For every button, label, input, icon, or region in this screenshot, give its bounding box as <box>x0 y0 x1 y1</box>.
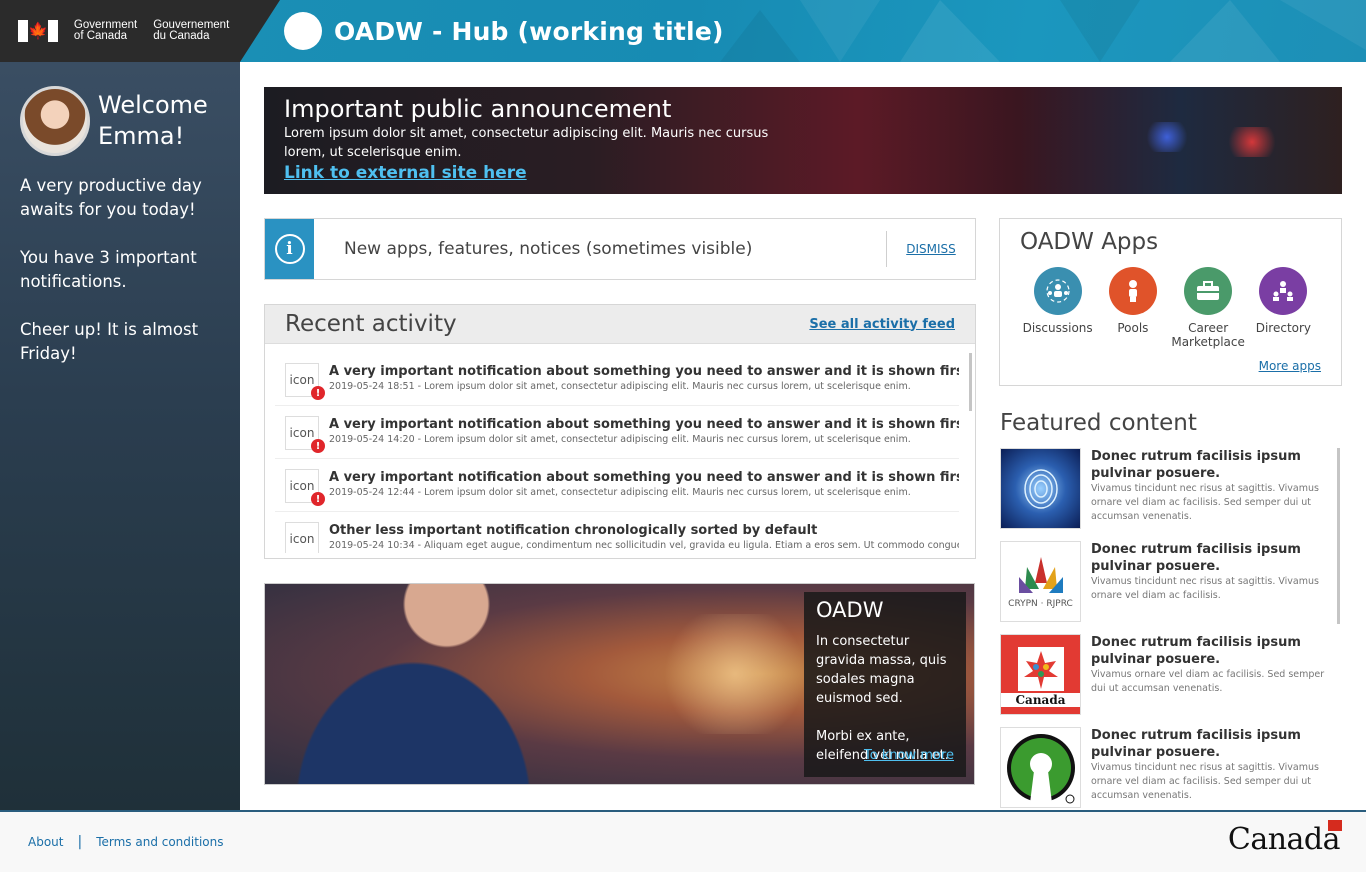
wordmark-flag-icon <box>1328 820 1342 831</box>
app-directory[interactable]: Directory <box>1246 267 1321 349</box>
activity-scrollbar[interactable] <box>969 353 972 411</box>
gov-en-text: Government of Canada <box>73 19 138 42</box>
canada-wordmark: Canada <box>1227 820 1342 857</box>
featured-item-title: Donec rutrum facilisis ipsum pulvinar po… <box>1091 542 1301 574</box>
promo-card: OADW In consectetur gravida massa, quis … <box>804 592 966 777</box>
directory-icon <box>1259 267 1308 315</box>
fingerprint-image <box>1000 448 1081 529</box>
activity-item[interactable]: icon Other less important notification c… <box>275 512 959 553</box>
welcome-sidebar: Welcome Emma! A very productive day awai… <box>0 62 240 810</box>
canada-flag-icon: 🍁 <box>18 20 58 42</box>
activity-item[interactable]: icon! A very important notification abou… <box>275 353 959 406</box>
featured-item-title: Donec rutrum facilisis ipsum pulvinar po… <box>1091 635 1301 667</box>
see-all-activity-link[interactable]: See all activity feed <box>809 317 955 332</box>
featured-title: Featured content <box>1000 410 1197 436</box>
notice-bar: i New apps, features, notices (sometimes… <box>264 218 976 280</box>
briefcase-icon <box>1184 267 1233 315</box>
featured-item-body: Vivamus ornare vel diam ac facilisis. Se… <box>1091 669 1325 694</box>
app-label: Career Marketplace <box>1171 321 1245 349</box>
featured-scrollbar[interactable] <box>1337 448 1340 624</box>
app-label: Pools <box>1117 321 1149 335</box>
activity-header: Recent activity See all activity feed <box>265 305 975 344</box>
featured-item[interactable]: Donec rutrum facilisis ipsum pulvinar po… <box>1000 727 1340 810</box>
announcement-banner: Important public announcement Lorem ipsu… <box>264 87 1342 194</box>
discussions-icon <box>1033 267 1082 315</box>
announcement-body: Lorem ipsum dolor sit amet, consectetur … <box>284 126 769 160</box>
featured-item-body: Vivamus tincidunt nec risus at sagittis.… <box>1091 483 1319 522</box>
activity-item[interactable]: icon! A very important notification abou… <box>275 459 959 512</box>
more-apps-link[interactable]: More apps <box>1259 359 1321 373</box>
open-source-logo <box>1000 727 1081 808</box>
sidebar-message-day: A very productive day awaits for you tod… <box>20 176 202 219</box>
hub-logo-circle[interactable] <box>284 12 322 50</box>
featured-item-body: Vivamus tincidunt nec risus at sagittis.… <box>1091 576 1319 601</box>
top-header: 🍁 Government of Canada Gouvernement du C… <box>0 0 1366 62</box>
activity-item-title: A very important notification about some… <box>329 417 959 432</box>
avatar[interactable] <box>20 86 90 156</box>
activity-item-title: Other less important notification chrono… <box>329 523 818 538</box>
app-label: Directory <box>1255 321 1312 335</box>
featured-list: Donec rutrum facilisis ipsum pulvinar po… <box>1000 448 1340 810</box>
announcement-title: Important public announcement <box>284 95 672 123</box>
featured-item-body: Vivamus tincidunt nec risus at sagittis.… <box>1091 762 1319 801</box>
alert-badge-icon: ! <box>311 386 325 400</box>
crypn-logo: CRYPN · RJPRC <box>1000 541 1081 622</box>
app-pools[interactable]: Pools <box>1095 267 1170 349</box>
announcement-link[interactable]: Link to external site here <box>284 163 527 183</box>
featured-item[interactable]: CRYPN · RJPRC Donec rutrum facilisis ips… <box>1000 541 1340 634</box>
activity-item-meta: 2019-05-24 14:20 - Lorem ipsum dolor sit… <box>329 434 911 445</box>
featured-item-title: Donec rutrum facilisis ipsum pulvinar po… <box>1091 728 1301 760</box>
notification-icon: icon! <box>285 416 325 453</box>
activity-item-meta: 2019-05-24 12:44 - Lorem ipsum dolor sit… <box>329 487 911 498</box>
promo-banner: OADW In consectetur gravida massa, quis … <box>264 583 975 785</box>
notice-text: New apps, features, notices (sometimes v… <box>344 239 753 259</box>
speaker-image <box>265 584 595 784</box>
promo-link[interactable]: To know more <box>864 748 954 763</box>
activity-item-meta: 2019-05-24 18:51 - Lorem ipsum dolor sit… <box>329 381 911 392</box>
info-icon: i <box>274 234 305 264</box>
pools-icon <box>1108 267 1157 315</box>
app-label: Discussions <box>1022 321 1093 335</box>
gov-fr-text: Gouvernement du Canada <box>153 19 230 42</box>
activity-item-title: A very important notification about some… <box>329 470 959 485</box>
alert-badge-icon: ! <box>311 492 325 506</box>
welcome-row: Welcome Emma! <box>20 86 220 156</box>
activity-item[interactable]: icon! A very important notification abou… <box>275 406 959 459</box>
notification-icon: icon! <box>285 363 325 400</box>
footer-about-link[interactable]: About <box>28 835 63 849</box>
apps-panel: OADW Apps Discussions Pools Career Marke… <box>999 218 1342 386</box>
app-career-marketplace[interactable]: Career Marketplace <box>1171 267 1246 349</box>
activity-list[interactable]: icon! A very important notification abou… <box>275 353 959 553</box>
apps-title: OADW Apps <box>1020 229 1159 255</box>
promo-text-1: In consectetur gravida massa, quis sodal… <box>816 634 947 706</box>
dismiss-button[interactable]: DISMISS <box>887 242 975 256</box>
activity-title: Recent activity <box>285 311 457 337</box>
featured-item[interactable]: Canada Donec rutrum facilisis ipsum pulv… <box>1000 634 1340 727</box>
sidebar-message-cheer: Cheer up! It is almost Friday! <box>20 320 199 363</box>
government-signature[interactable]: 🍁 Government of Canada Gouvernement du C… <box>0 0 280 62</box>
alert-badge-icon: ! <box>311 439 325 453</box>
info-icon-box: i <box>265 219 314 279</box>
hub-title: OADW - Hub (working title) <box>334 16 724 46</box>
featured-item-title: Donec rutrum facilisis ipsum pulvinar po… <box>1091 449 1301 481</box>
welcome-heading: Welcome Emma! <box>98 91 208 150</box>
footer-separator: | <box>77 834 83 850</box>
activity-item-title: A very important notification about some… <box>329 364 959 379</box>
footer-terms-link[interactable]: Terms and conditions <box>96 835 223 849</box>
promo-title: OADW <box>816 598 884 622</box>
hub-title-bar: OADW - Hub (working title) <box>240 0 1366 62</box>
app-discussions[interactable]: Discussions <box>1020 267 1095 349</box>
notification-icon: icon! <box>285 469 325 506</box>
notification-icon: icon <box>285 522 319 553</box>
sidebar-message-notifications: You have 3 important notifications. <box>20 248 197 291</box>
activity-item-meta: 2019-05-24 10:34 - Aliquam eget augue, c… <box>329 540 959 551</box>
recent-activity-panel: Recent activity See all activity feed ic… <box>264 304 976 559</box>
canada-logo: Canada <box>1000 634 1081 715</box>
footer: About | Terms and conditions Canada <box>0 810 1366 872</box>
featured-item[interactable]: Donec rutrum facilisis ipsum pulvinar po… <box>1000 448 1340 541</box>
